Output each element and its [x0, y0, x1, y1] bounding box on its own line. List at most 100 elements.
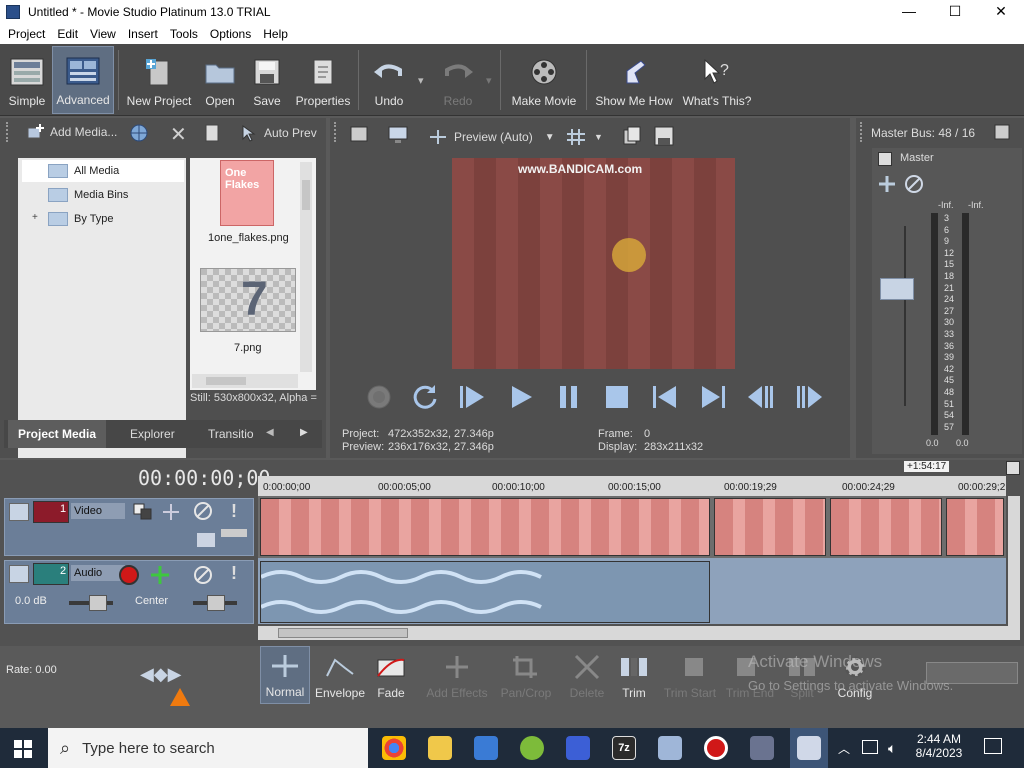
- mute-icon[interactable]: [904, 174, 924, 197]
- trim-tool[interactable]: Trim: [614, 646, 654, 704]
- timeline-marker-icon[interactable]: [1006, 461, 1020, 475]
- media-thumbnail[interactable]: One Flakes: [220, 160, 274, 226]
- make-movie-button[interactable]: Make Movie: [506, 46, 582, 114]
- auto-preview-button[interactable]: Auto Prev: [240, 124, 317, 142]
- volume-fader[interactable]: [880, 278, 914, 300]
- tab-transitions[interactable]: Transitio: [198, 420, 264, 448]
- notifications-icon[interactable]: [984, 738, 1002, 754]
- loop-button[interactable]: [408, 380, 442, 414]
- menu-insert[interactable]: Insert: [122, 27, 164, 41]
- minimize-button[interactable]: —: [886, 0, 932, 24]
- rate-triangle-icon[interactable]: [170, 688, 190, 706]
- preview-quality-dropdown[interactable]: Preview (Auto) ▼: [454, 130, 555, 144]
- next-frame-button[interactable]: [792, 380, 826, 414]
- whats-this-button[interactable]: ? What's This?: [682, 46, 752, 114]
- network-icon[interactable]: [862, 740, 878, 754]
- save-snapshot-icon[interactable]: [654, 126, 674, 149]
- menu-edit[interactable]: Edit: [51, 27, 84, 41]
- compositing-mode-icon[interactable]: [133, 503, 153, 524]
- copy-snapshot-icon[interactable]: [622, 126, 642, 149]
- video-clip[interactable]: [260, 498, 710, 556]
- external-monitor-icon[interactable]: [388, 126, 408, 147]
- green-app-icon[interactable]: [520, 736, 544, 760]
- tab-scroll-left-icon[interactable]: ◀: [266, 427, 274, 438]
- tab-scroll-right-icon[interactable]: ▶: [300, 427, 308, 438]
- volume-slider[interactable]: [69, 595, 113, 611]
- previous-frame-button[interactable]: [744, 380, 778, 414]
- go-to-start-button[interactable]: [648, 380, 682, 414]
- trim-start-tool[interactable]: Trim Start: [660, 646, 720, 704]
- level-slider[interactable]: [221, 529, 247, 537]
- track-menu-icon[interactable]: [9, 565, 29, 583]
- horizontal-scrollbar[interactable]: [192, 374, 298, 388]
- show-me-how-button[interactable]: Show Me How: [592, 46, 676, 114]
- track-name-field[interactable]: Audio: [71, 565, 125, 581]
- blue-app-icon[interactable]: [566, 736, 590, 760]
- audio-track-header[interactable]: 2 Audio ! 0.0 dB Center: [4, 560, 254, 624]
- play-button[interactable]: [504, 380, 538, 414]
- track-fx-icon[interactable]: [161, 503, 181, 524]
- rate-slider-handle-icon[interactable]: ◀◆▶: [140, 664, 182, 685]
- remove-media-icon[interactable]: ✕: [170, 122, 187, 147]
- record-arm-icon[interactable]: [119, 565, 139, 585]
- menu-view[interactable]: View: [84, 27, 122, 41]
- menu-project[interactable]: Project: [2, 27, 51, 41]
- redo-dropdown-arrow-icon[interactable]: ▾: [486, 74, 492, 87]
- play-from-start-button[interactable]: [456, 380, 490, 414]
- store-icon[interactable]: [474, 736, 498, 760]
- record-button[interactable]: [362, 380, 396, 414]
- track-fx-icon[interactable]: [149, 565, 171, 588]
- pause-button[interactable]: [552, 380, 586, 414]
- add-media-button[interactable]: Add Media...: [26, 122, 117, 142]
- open-button[interactable]: Open: [200, 46, 240, 114]
- timeline-ruler[interactable]: 0:00:00;00 00:00:05;00 00:00:10;00 00:00:15…: [258, 476, 1006, 496]
- track-name-field[interactable]: Video: [71, 503, 125, 519]
- overlays-grid-icon[interactable]: [566, 128, 586, 149]
- system-tray-chevron-icon[interactable]: ︿: [838, 740, 850, 757]
- video-clip[interactable]: [714, 498, 826, 556]
- mixer-menu-icon[interactable]: [994, 124, 1010, 143]
- pan-crop-tool[interactable]: Pan/Crop: [498, 646, 554, 704]
- split-screen-icon[interactable]: [428, 128, 448, 149]
- file-explorer-icon[interactable]: [428, 736, 452, 760]
- alpha-icon[interactable]: [197, 533, 215, 547]
- taskbar-search-box[interactable]: ⌕ Type here to search: [48, 728, 368, 768]
- vector-app-icon[interactable]: [658, 736, 682, 760]
- mute-track-icon[interactable]: [193, 565, 213, 588]
- insert-effects-icon[interactable]: [876, 174, 898, 197]
- simple-button[interactable]: Simple: [4, 46, 50, 114]
- video-clip[interactable]: [830, 498, 942, 556]
- normal-edit-tool[interactable]: Normal: [260, 646, 310, 704]
- properties-button[interactable]: Properties: [292, 46, 354, 114]
- media-thumbnail[interactable]: 7: [200, 268, 296, 332]
- expand-plus-icon[interactable]: +: [32, 212, 38, 223]
- tree-item-media-bins[interactable]: Media Bins: [22, 184, 128, 206]
- pan-slider[interactable]: [193, 595, 237, 611]
- audio-clip[interactable]: [260, 561, 710, 623]
- menu-options[interactable]: Options: [204, 27, 257, 41]
- go-to-end-button[interactable]: [696, 380, 730, 414]
- scrollbar-thumb[interactable]: [206, 377, 246, 385]
- track-menu-icon[interactable]: [9, 503, 29, 521]
- master-properties-icon[interactable]: [878, 152, 892, 166]
- clock[interactable]: 2:44 AM 8/4/2023: [914, 732, 964, 760]
- timeline-horizontal-scrollbar[interactable]: [258, 626, 1020, 640]
- tab-explorer[interactable]: Explorer: [120, 420, 185, 448]
- new-project-button[interactable]: New Project: [124, 46, 194, 114]
- scrollbar-thumb[interactable]: [302, 180, 310, 210]
- timeline-vertical-scrollbar[interactable]: [1008, 496, 1020, 626]
- delete-tool[interactable]: Delete: [566, 646, 608, 704]
- solo-icon[interactable]: !: [231, 563, 237, 584]
- tree-item-by-type[interactable]: + By Type: [22, 208, 114, 230]
- preview-settings-icon[interactable]: [350, 126, 370, 147]
- chrome-icon[interactable]: [382, 736, 406, 760]
- close-button[interactable]: ✕: [978, 0, 1024, 24]
- undo-dropdown-arrow-icon[interactable]: ▾: [418, 74, 424, 87]
- envelope-edit-tool[interactable]: Envelope: [314, 646, 366, 704]
- solo-icon[interactable]: !: [231, 501, 237, 522]
- windows-start-icon[interactable]: [14, 740, 32, 761]
- vertical-scrollbar[interactable]: [300, 162, 312, 372]
- redo-button[interactable]: Redo: [436, 46, 480, 114]
- undo-button[interactable]: Undo: [366, 46, 412, 114]
- volume-icon[interactable]: 🔈︎: [888, 740, 896, 757]
